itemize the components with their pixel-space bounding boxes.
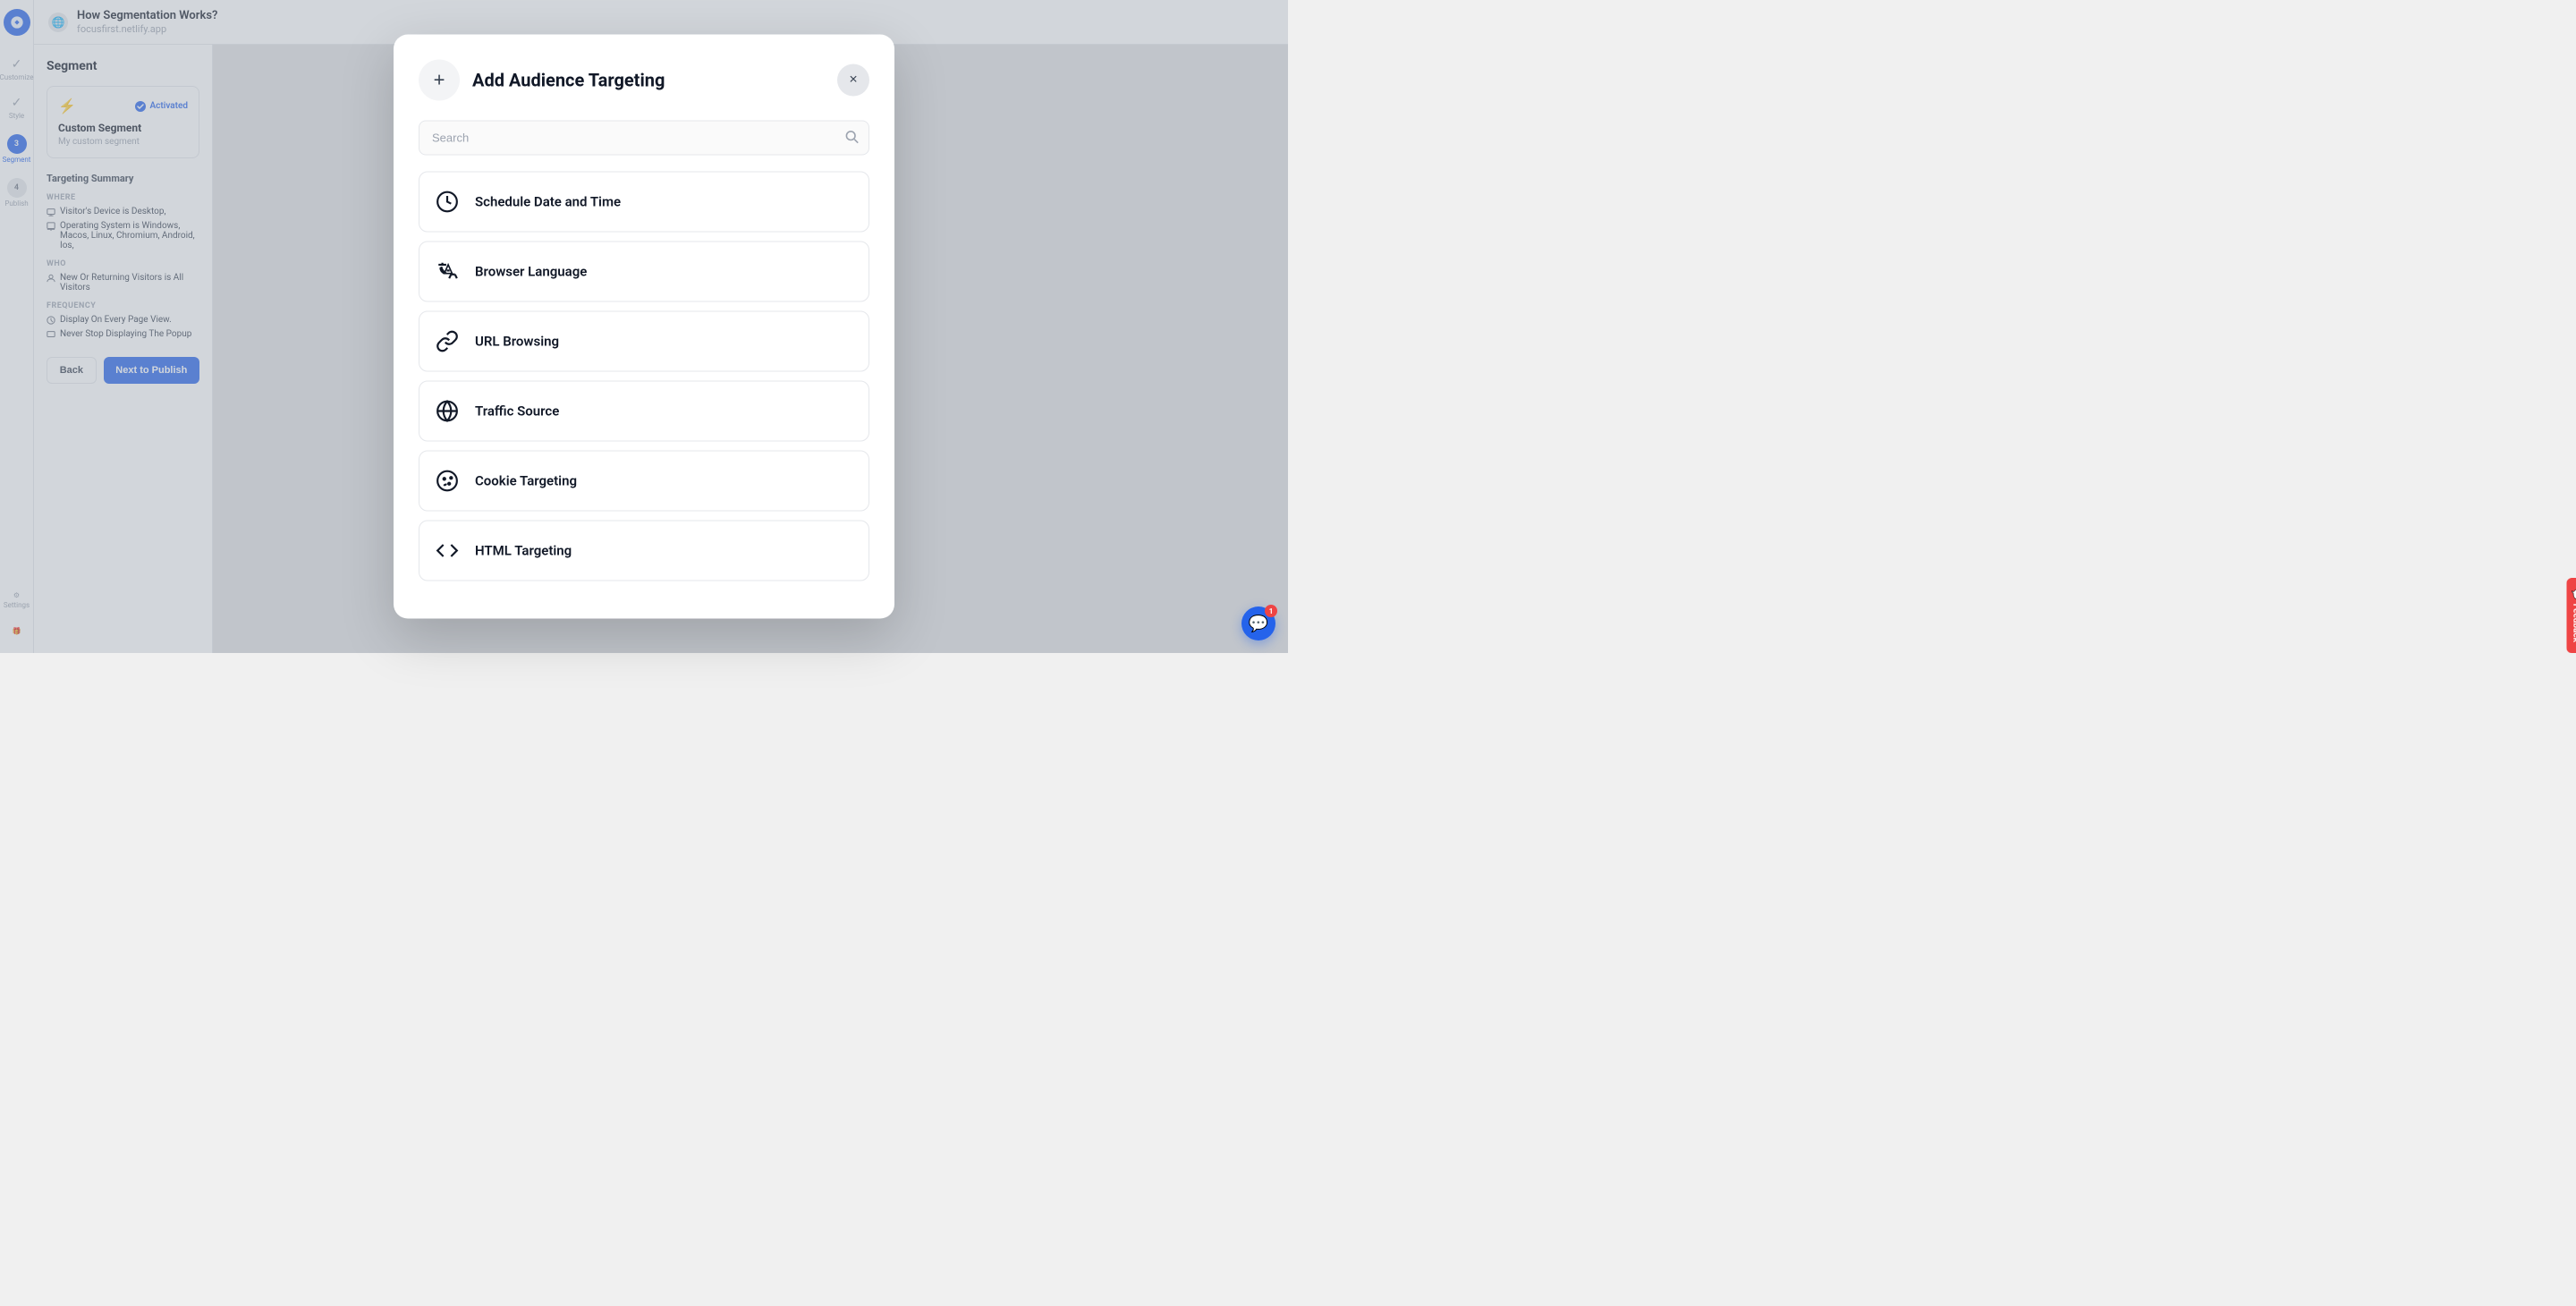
add-audience-targeting-modal: + Add Audience Targeting × Schedule Date… xyxy=(394,35,894,619)
search-input[interactable] xyxy=(419,121,869,156)
feedback-tab[interactable]: 💬 Feedback xyxy=(2567,578,2576,653)
option-schedule-label: Schedule Date and Time xyxy=(475,194,621,210)
modal-close-button[interactable]: × xyxy=(837,64,869,97)
chat-bubble[interactable]: 💬 1 xyxy=(1241,606,1275,640)
modal-header-left: + Add Audience Targeting xyxy=(419,60,665,101)
modal-search xyxy=(419,121,869,156)
cookie-targeting-icon xyxy=(434,468,461,495)
plus-icon: + xyxy=(434,69,445,92)
url-browsing-icon xyxy=(434,328,461,355)
schedule-icon xyxy=(434,189,461,216)
html-targeting-icon xyxy=(434,538,461,564)
search-icon xyxy=(844,129,859,147)
close-icon: × xyxy=(849,72,857,89)
option-schedule[interactable]: Schedule Date and Time xyxy=(419,172,869,233)
option-browser-language[interactable]: Browser Language xyxy=(419,242,869,302)
feedback-label: Feedback xyxy=(2572,604,2576,642)
option-html-targeting[interactable]: HTML Targeting xyxy=(419,521,869,581)
option-traffic-source-label: Traffic Source xyxy=(475,403,559,420)
modal-header: + Add Audience Targeting × xyxy=(419,60,869,101)
option-html-targeting-label: HTML Targeting xyxy=(475,543,572,559)
option-cookie-targeting-label: Cookie Targeting xyxy=(475,473,577,489)
browser-language-icon xyxy=(434,259,461,285)
chat-badge: 1 xyxy=(1265,605,1277,617)
option-cookie-targeting[interactable]: Cookie Targeting xyxy=(419,451,869,512)
option-url-browsing[interactable]: URL Browsing xyxy=(419,311,869,372)
traffic-source-icon xyxy=(434,398,461,425)
modal-plus-button[interactable]: + xyxy=(419,60,460,101)
option-traffic-source[interactable]: Traffic Source xyxy=(419,381,869,442)
option-url-browsing-label: URL Browsing xyxy=(475,334,559,350)
option-browser-language-label: Browser Language xyxy=(475,264,587,280)
modal-title: Add Audience Targeting xyxy=(472,70,665,91)
feedback-chat-icon: 💬 xyxy=(2572,589,2576,599)
chat-icon: 💬 xyxy=(1249,615,1268,633)
